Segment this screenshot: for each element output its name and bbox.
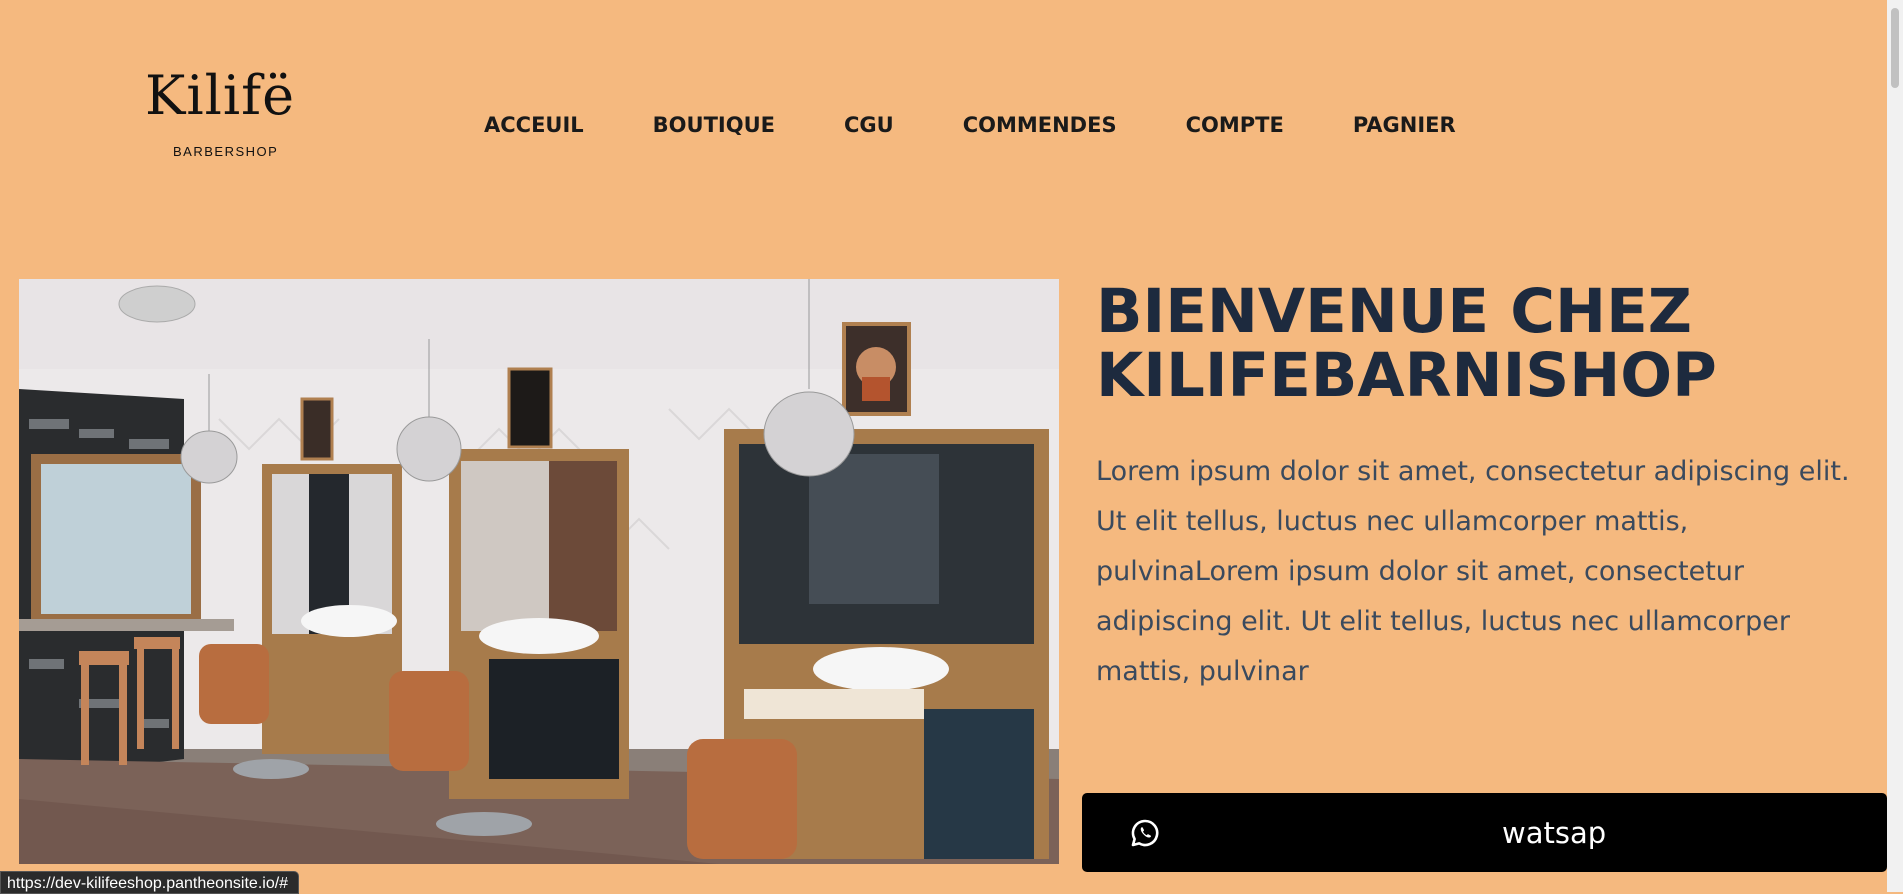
main-nav: ACCEUIL BOUTIQUE CGU COMMENDES COMPTE PA…: [484, 108, 1525, 142]
nav-item-compte[interactable]: COMPTE: [1186, 108, 1284, 142]
hero-title: BIENVENUE CHEZ KILIFEBARNISHOP: [1096, 276, 1717, 411]
hero-text: Lorem ipsum dolor sit amet, consectetur …: [1096, 456, 1850, 687]
scrollbar-thumb[interactable]: [1891, 8, 1899, 88]
brand-name: Kilifë: [145, 64, 296, 127]
site-header: Kilifë BARBERSHOP ACCEUIL BOUTIQUE CGU C…: [0, 0, 1903, 250]
whatsapp-icon: [1130, 818, 1160, 848]
status-bar-url: https://dev-kilifeeshop.pantheonsite.io/…: [0, 871, 300, 894]
whatsapp-button-label: watsap: [1502, 816, 1607, 850]
nav-item-boutique[interactable]: BOUTIQUE: [653, 108, 775, 142]
whatsapp-button[interactable]: watsap: [1082, 793, 1887, 872]
brand-logo[interactable]: Kilifë BARBERSHOP: [145, 66, 295, 162]
barbershop-interior-image: [19, 279, 1059, 864]
nav-item-cgu[interactable]: CGU: [844, 108, 894, 142]
nav-item-commendes[interactable]: COMMENDES: [963, 108, 1117, 142]
vertical-scrollbar[interactable]: [1887, 0, 1903, 892]
nav-item-pagnier[interactable]: PAGNIER: [1353, 108, 1456, 142]
brand-tagline: BARBERSHOP: [173, 144, 279, 159]
nav-item-acceuil[interactable]: ACCEUIL: [484, 108, 584, 142]
